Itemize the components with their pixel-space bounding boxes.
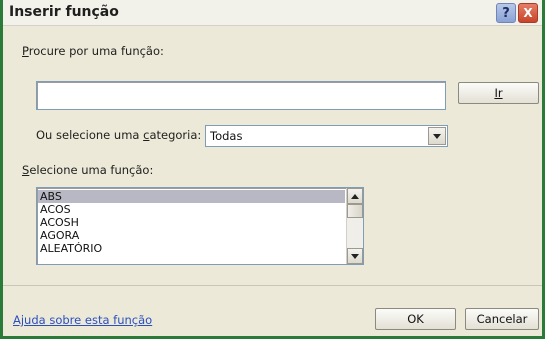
category-select[interactable]: Todas [205,125,448,147]
scroll-down-button[interactable] [347,248,363,264]
scroll-down-icon [351,253,359,259]
search-input[interactable] [36,81,446,110]
help-icon: ? [502,5,510,21]
go-button[interactable]: Ir [458,82,539,104]
list-item[interactable]: AGORA [38,229,345,242]
ok-button[interactable]: OK [375,308,456,330]
scroll-up-button[interactable] [347,188,363,204]
chevron-down-icon [433,133,441,139]
function-list[interactable]: ABS ACOS ACOSH AGORA ALEATÓRIO [36,187,364,265]
search-label-text: rocure por uma função: [28,44,164,58]
list-item[interactable]: ACOS [38,203,345,216]
list-item[interactable]: ACOSH [38,216,345,229]
go-button-label: Ir [494,86,503,100]
search-label: Procure por uma função: [22,44,164,58]
category-dropdown-button[interactable] [428,127,446,145]
cancel-button-label: Cancelar [476,312,528,326]
category-label-post: ategoria: [149,128,202,142]
close-icon: X [523,6,533,20]
function-help-link[interactable]: Ajuda sobre esta função [13,313,152,327]
category-label: Ou selecione uma categoria: [36,128,201,142]
cancel-button[interactable]: Cancelar [465,308,539,330]
category-select-value: Todas [210,129,243,143]
list-item[interactable]: ALEATÓRIO [38,242,345,255]
function-list-items: ABS ACOS ACOSH AGORA ALEATÓRIO [38,190,345,255]
functions-label-text: elecione uma função: [29,163,154,177]
insert-function-dialog: Inserir função ? X Procure por uma funçã… [0,0,545,339]
search-label-accel: P [22,44,29,58]
help-button[interactable]: ? [496,3,516,23]
category-label-pre: Ou selecione uma [36,128,144,142]
ok-button-label: OK [407,312,424,326]
function-list-scrollbar[interactable] [346,188,363,264]
scroll-thumb[interactable] [347,204,363,218]
footer-divider [3,285,542,286]
scroll-up-icon [351,193,359,199]
close-button[interactable]: X [518,3,538,23]
title-bar[interactable]: Inserir função ? X [3,0,542,26]
list-item[interactable]: ABS [38,190,345,203]
dialog-title: Inserir função [9,4,119,20]
functions-label: Selecione uma função: [22,163,153,177]
